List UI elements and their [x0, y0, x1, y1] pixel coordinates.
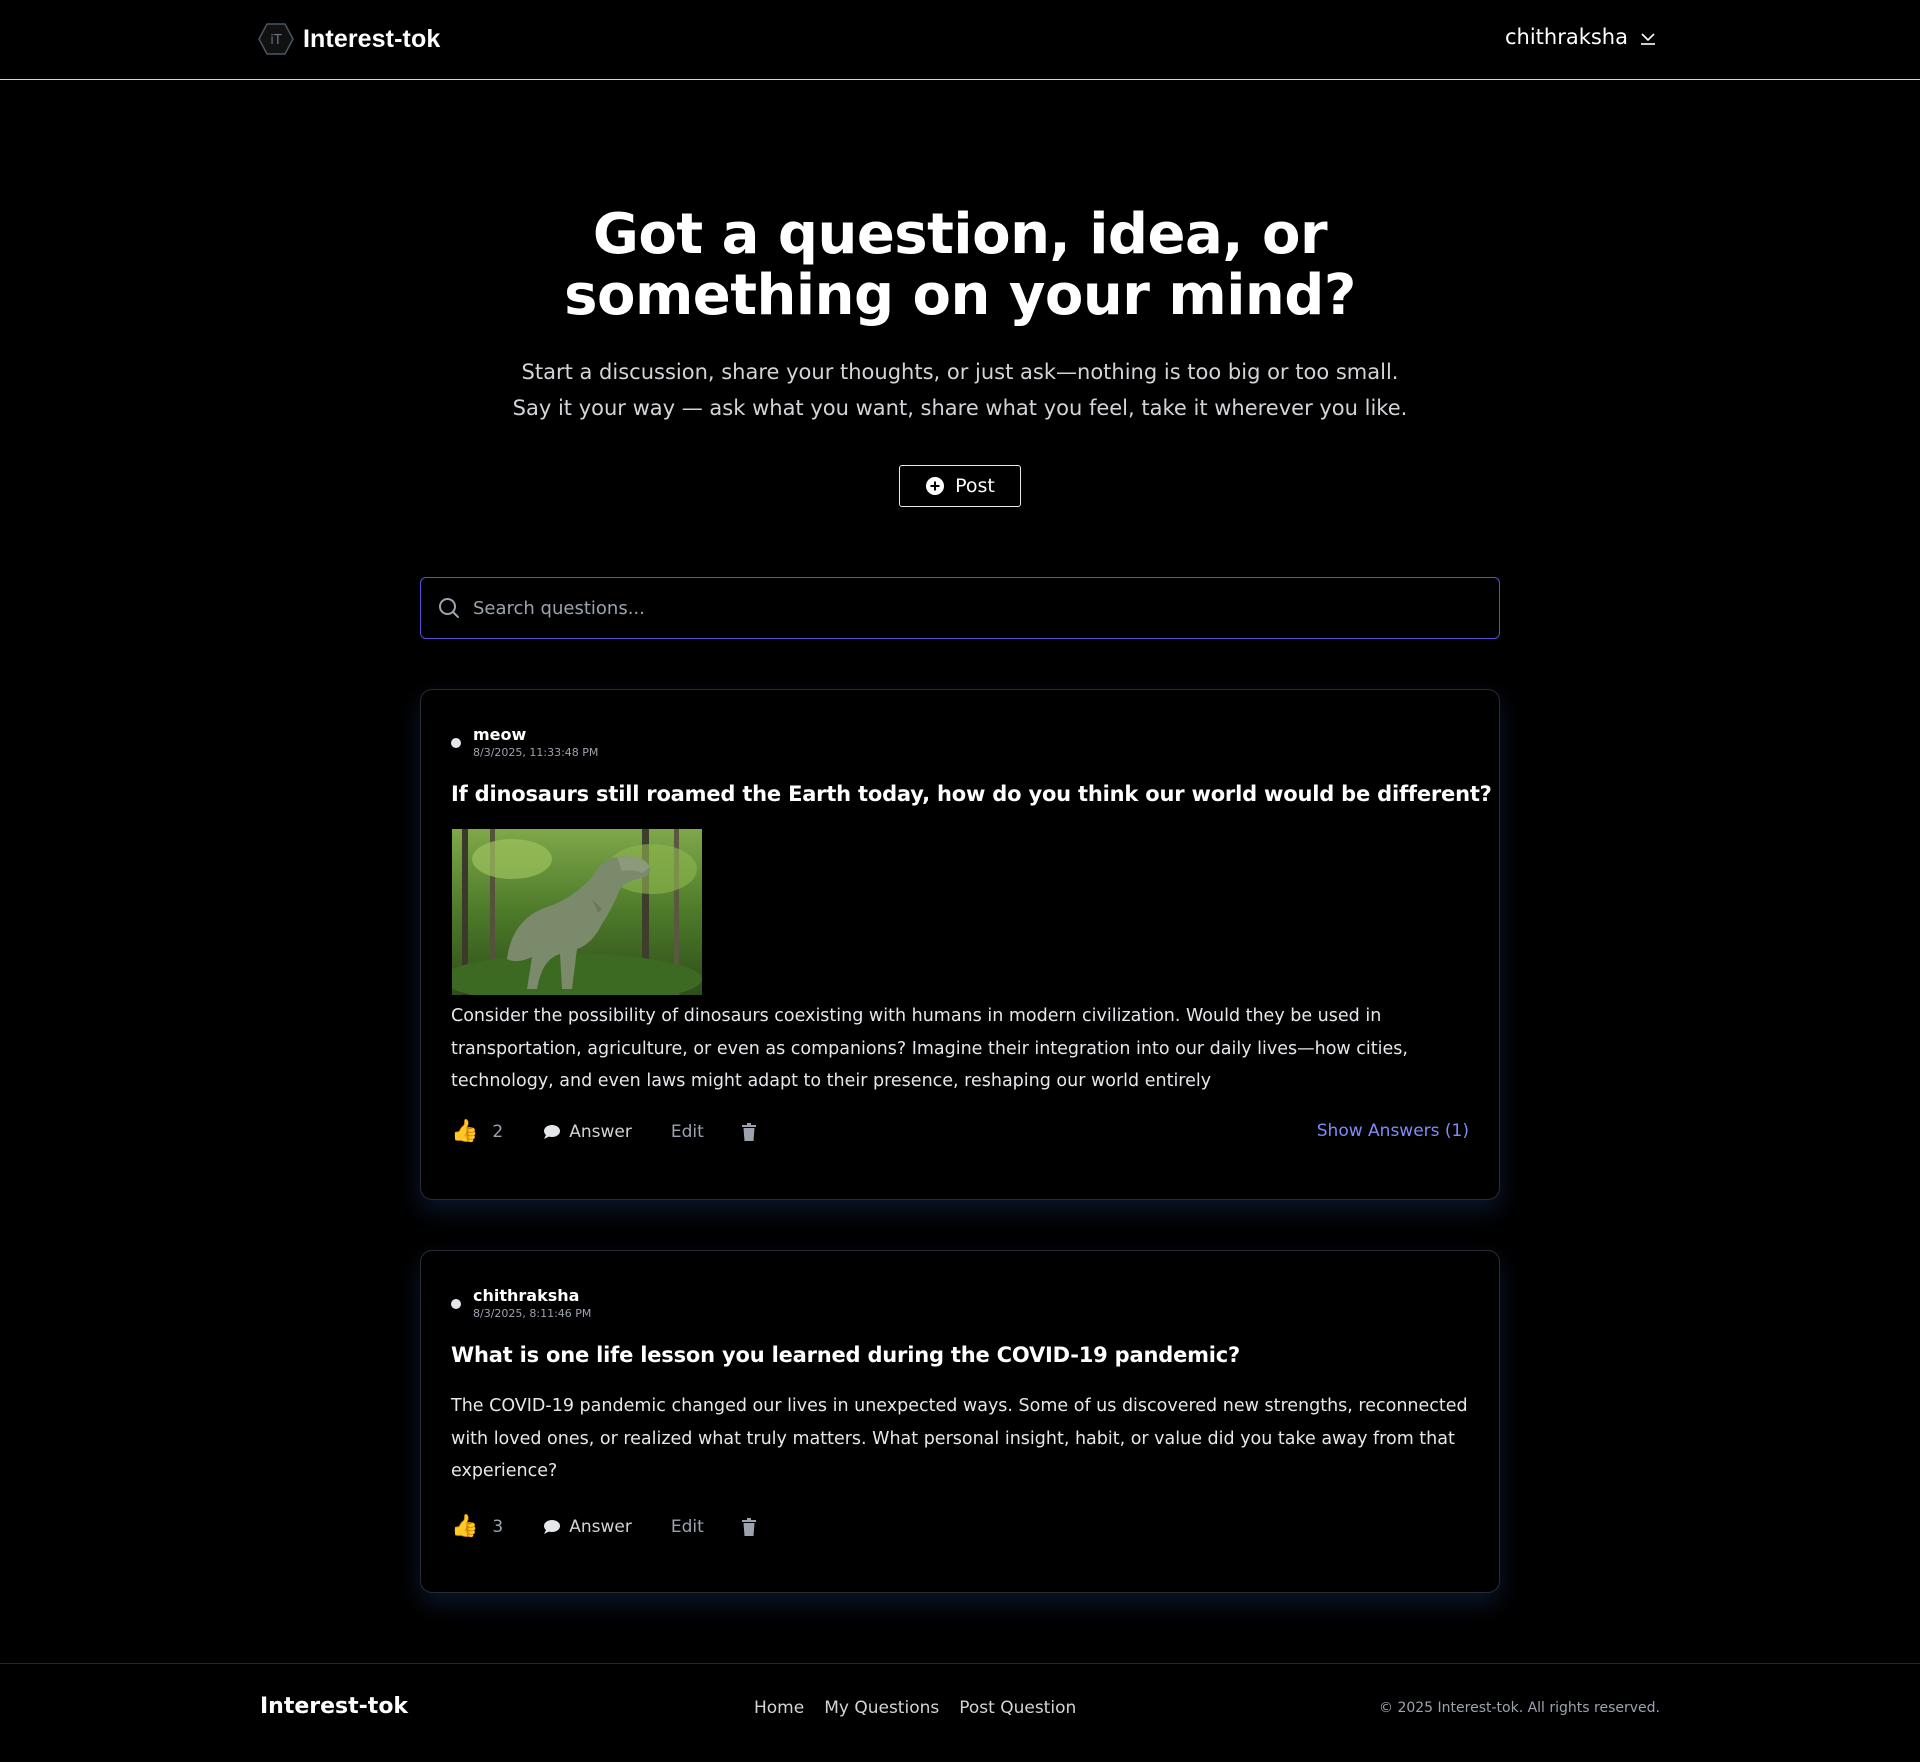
search-icon: [439, 598, 459, 618]
author-name: chithraksha: [473, 1286, 580, 1305]
hero-subtitle-line1: Start a discussion, share your thoughts,…: [521, 360, 1399, 384]
footer-nav: Home My Questions Post Question: [754, 1698, 1076, 1718]
copyright: © 2025 Interest-tok. All rights reserved…: [1379, 1700, 1660, 1716]
dinosaur-image: [452, 829, 702, 995]
hero-subtitle: Start a discussion, share your thoughts,…: [0, 354, 1920, 426]
question-card: chithraksha 8/3/2025, 8:11:46 PM What is…: [420, 1250, 1500, 1593]
speech-bubble-icon: [544, 1124, 561, 1139]
question-actions: 👍 3 Answer Edit: [451, 1514, 756, 1539]
user-menu[interactable]: chithraksha: [1505, 25, 1658, 49]
hero-subtitle-line2: Say it your way — ask what you want, sha…: [512, 396, 1408, 420]
hero-title: Got a question, idea, or something on yo…: [0, 204, 1920, 326]
thumbs-up-icon: 👍: [451, 1514, 479, 1539]
author-name: meow: [473, 725, 527, 744]
footer-link-post-question[interactable]: Post Question: [959, 1698, 1076, 1718]
like-count: 3: [492, 1516, 504, 1537]
search-input[interactable]: [473, 597, 1453, 619]
plus-circle-icon: [926, 477, 945, 495]
footer: Interest-tok Home My Questions Post Ques…: [0, 1663, 1920, 1762]
post-button-label: Post: [955, 475, 995, 497]
brand[interactable]: iT Interest-tok: [258, 22, 440, 56]
trash-icon: [741, 1122, 756, 1141]
answer-button[interactable]: Answer: [543, 1517, 632, 1537]
like-count: 2: [492, 1121, 504, 1142]
like-button[interactable]: 👍 2: [451, 1119, 503, 1144]
show-answers-link[interactable]: Show Answers (1): [1317, 1121, 1469, 1141]
post-timestamp: 8/3/2025, 8:11:46 PM: [473, 1307, 592, 1320]
avatar-dot: [451, 738, 461, 748]
question-author: chithraksha 8/3/2025, 8:11:46 PM: [451, 1286, 591, 1322]
delete-button[interactable]: [741, 1122, 756, 1141]
post-timestamp: 8/3/2025, 11:33:48 PM: [473, 746, 599, 759]
chevron-down-icon: [1641, 33, 1655, 45]
search-bar: [420, 577, 1500, 639]
brand-name: Interest-tok: [303, 24, 441, 53]
delete-button[interactable]: [741, 1517, 756, 1536]
hero-title-line1: Got a question, idea, or: [592, 202, 1328, 267]
question-body: Consider the possibility of dinosaurs co…: [451, 1006, 1408, 1091]
answer-button-label: Answer: [569, 1121, 632, 1142]
hero-title-line2: something on your mind?: [564, 263, 1356, 328]
question-actions: 👍 2 Answer Edit: [451, 1119, 756, 1144]
question-body: The COVID-19 pandemic changed our lives …: [451, 1396, 1468, 1481]
trash-icon: [741, 1517, 756, 1536]
footer-link-my-questions[interactable]: My Questions: [824, 1698, 939, 1718]
answer-button-label: Answer: [569, 1516, 632, 1537]
edit-button[interactable]: Edit: [671, 1122, 704, 1142]
edit-button[interactable]: Edit: [671, 1517, 704, 1537]
question-title[interactable]: If dinosaurs still roamed the Earth toda…: [451, 782, 1492, 806]
footer-brand[interactable]: Interest-tok: [260, 1694, 408, 1719]
top-navbar: iT Interest-tok chithraksha: [0, 0, 1920, 80]
question-title[interactable]: What is one life lesson you learned duri…: [451, 1343, 1240, 1367]
thumbs-up-icon: 👍: [451, 1119, 479, 1144]
svg-text:iT: iT: [270, 33, 282, 48]
user-name: chithraksha: [1504, 25, 1628, 49]
question-author: meow 8/3/2025, 11:33:48 PM: [451, 725, 598, 761]
speech-bubble-icon: [544, 1519, 561, 1534]
footer-link-home[interactable]: Home: [754, 1698, 804, 1718]
avatar-dot: [451, 1299, 461, 1309]
hexagon-logo-icon: iT: [258, 23, 294, 55]
post-button[interactable]: Post: [899, 465, 1021, 507]
answer-button[interactable]: Answer: [543, 1122, 632, 1142]
question-card: meow 8/3/2025, 11:33:48 PM If dinosaurs …: [420, 689, 1500, 1200]
like-button[interactable]: 👍 3: [451, 1514, 503, 1539]
